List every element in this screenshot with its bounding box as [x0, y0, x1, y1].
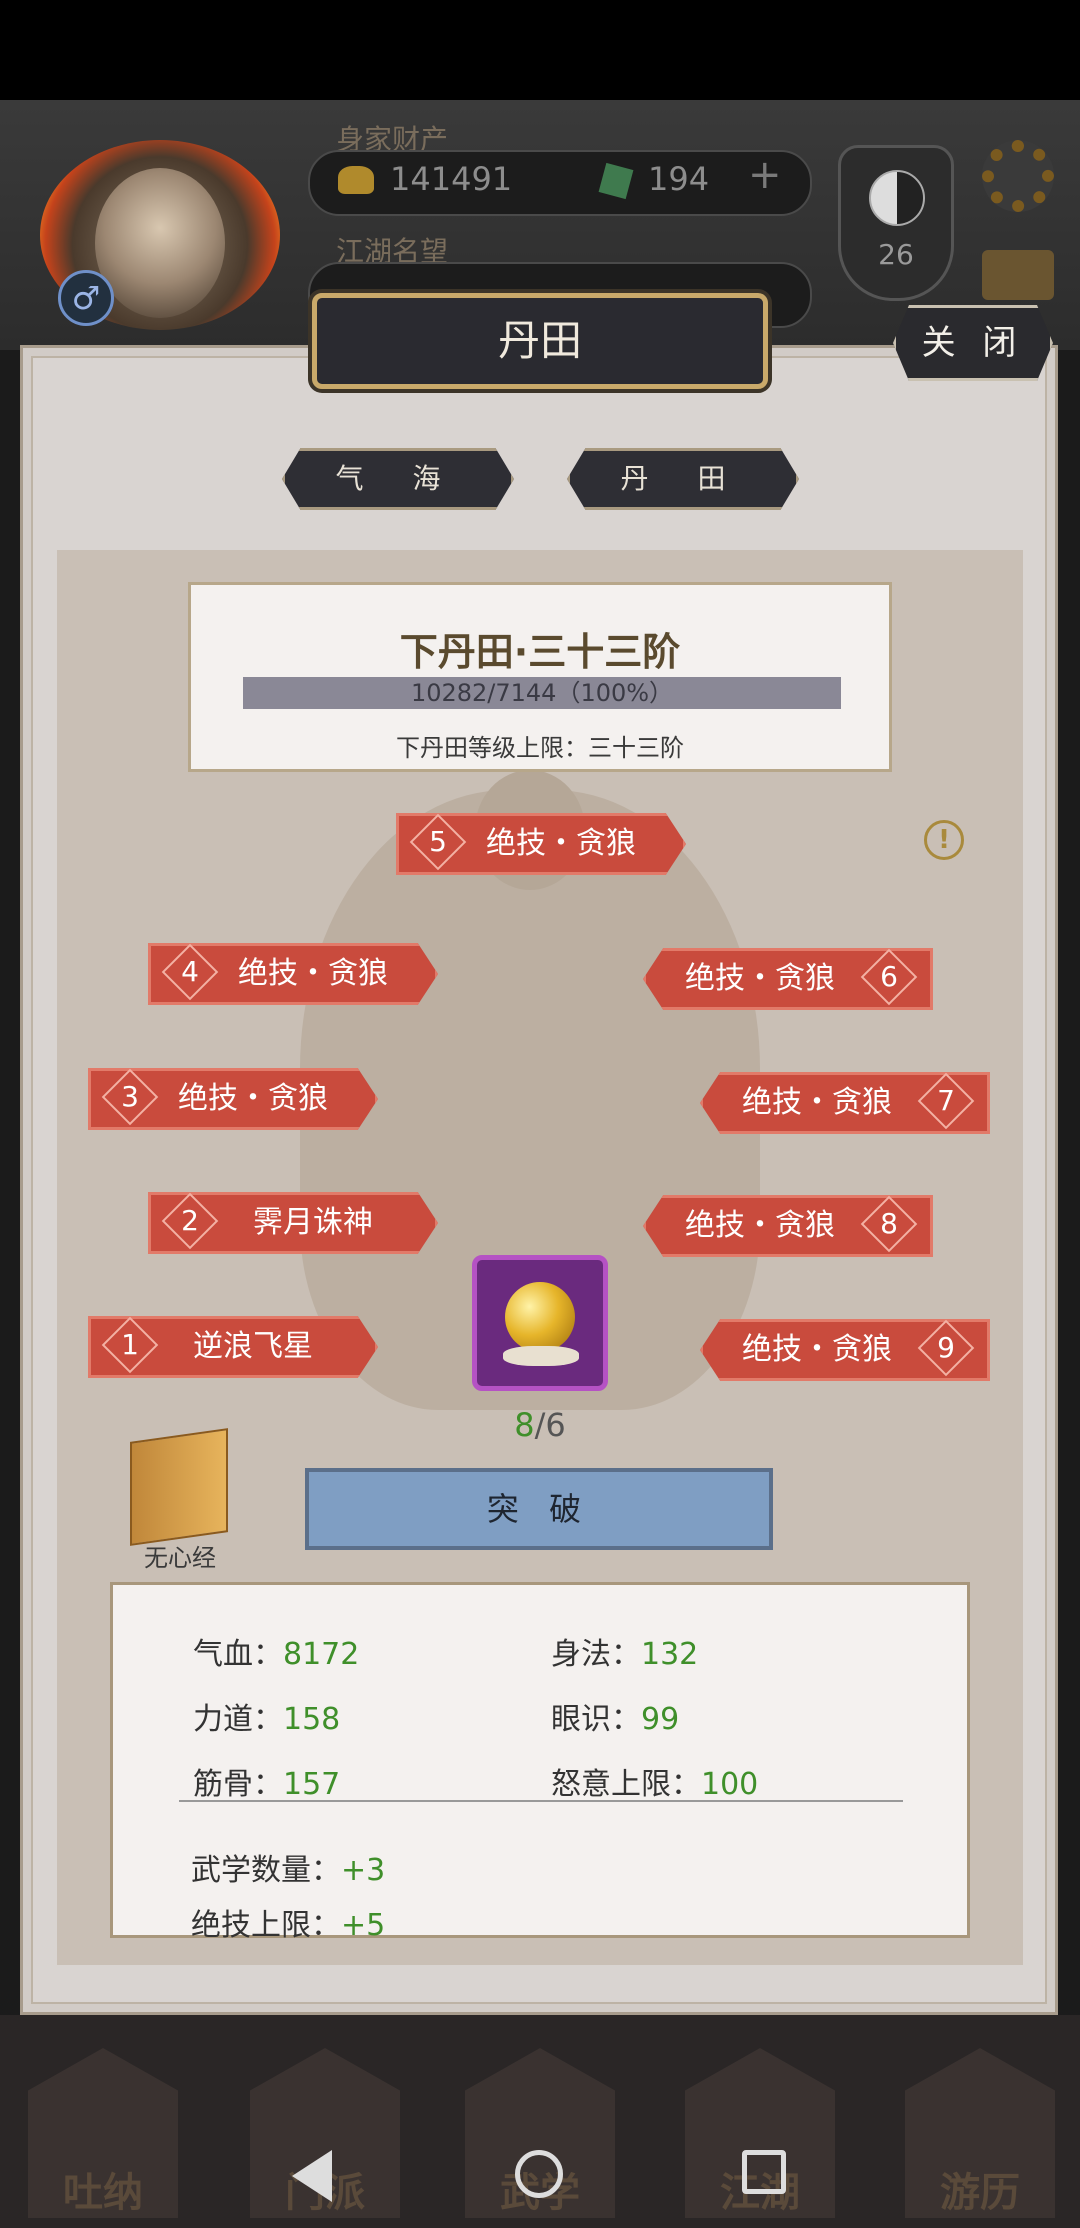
skill-slot-4[interactable]: 4 绝技・贪狼 [148, 943, 438, 1005]
skill-slot-1[interactable]: 1 逆浪飞星 [88, 1316, 378, 1378]
skill-name: 绝技・贪狼 [486, 826, 636, 861]
skill-name: 绝技・贪狼 [685, 1208, 835, 1243]
progress-text: 10282/7144（100%） [410, 679, 674, 707]
skill-name: 逆浪飞星 [193, 1329, 313, 1364]
breakthrough-button[interactable]: 突 破 [305, 1468, 773, 1550]
gear-icon[interactable] [982, 140, 1054, 212]
skill-number-badge: 5 [409, 813, 467, 871]
status-bar [0, 0, 1080, 100]
skill-name: 绝技・贪狼 [238, 956, 388, 991]
level-title: 下丹田·三十三阶 [399, 630, 681, 674]
skill-slot-3[interactable]: 3 绝技・贪狼 [88, 1068, 378, 1130]
taiji-icon [869, 170, 925, 226]
golden-orb-icon [505, 1282, 575, 1352]
dantian-orb-slot[interactable] [472, 1255, 608, 1391]
skill-name: 绝技・贪狼 [742, 1332, 892, 1367]
add-currency-icon[interactable]: + [748, 152, 782, 198]
level-limit: 下丹田等级上限：三十三阶 [396, 734, 684, 762]
skill-number-badge: 2 [161, 1192, 219, 1250]
skill-slot-7[interactable]: 绝技・贪狼 7 [700, 1072, 990, 1134]
close-button[interactable]: 关 闭 [893, 305, 1053, 381]
skill-number-badge: 3 [101, 1068, 159, 1126]
skill-number-badge: 9 [917, 1319, 975, 1377]
book-label: 无心经 [144, 1544, 216, 1572]
system-back-icon[interactable] [292, 2150, 332, 2202]
book-icon[interactable] [130, 1428, 228, 1546]
stat-lidao: 力道：158 [193, 1702, 341, 1737]
system-home-icon[interactable] [515, 2150, 563, 2198]
skill-slot-9[interactable]: 绝技・贪狼 9 [700, 1319, 990, 1381]
skill-slot-5[interactable]: 5 绝技・贪狼 [396, 813, 686, 875]
male-gender-icon: ♂ [58, 270, 114, 326]
stat-jueji-limit: 绝技上限：+5 [191, 1908, 386, 1943]
skill-number-badge: 7 [917, 1072, 975, 1130]
stats-panel: 气血：8172 身法：132 力道：158 眼识：99 筋骨：157 怒意上限：… [110, 1582, 970, 1943]
rank-badge[interactable]: 26 [838, 145, 954, 301]
rank-number: 26 [878, 238, 914, 271]
skill-number-badge: 1 [101, 1316, 159, 1374]
skill-name: 霁月诛神 [253, 1205, 373, 1240]
skill-number-badge: 8 [860, 1195, 918, 1253]
tab-qihai[interactable]: 气 海 [282, 448, 514, 510]
info-icon[interactable]: ! [924, 820, 964, 860]
skill-name: 绝技・贪狼 [685, 961, 835, 996]
stats-divider [179, 1800, 903, 1802]
stat-shenfa: 身法：132 [551, 1637, 699, 1672]
modal-title: 丹田 [497, 316, 582, 365]
skill-number-badge: 6 [860, 948, 918, 1006]
nav-tuna-label: 吐纳 [63, 2170, 143, 2216]
stat-jingu: 筋骨：157 [193, 1767, 341, 1802]
tab-dantian[interactable]: 丹 田 [567, 448, 799, 510]
level-box: 下丹田·三十三阶 10282/7144（100%） 下丹田等级上限：三十三阶 [188, 582, 892, 772]
skill-slot-6[interactable]: 绝技・贪狼 6 [643, 948, 933, 1010]
skill-slot-8[interactable]: 绝技・贪狼 8 [643, 1195, 933, 1257]
stat-nuyi: 怒意上限：100 [551, 1767, 759, 1802]
gold-amount: 141491 [390, 160, 513, 198]
system-recent-apps-icon[interactable] [742, 2150, 786, 2194]
progress-bar: 10282/7144（100%） [243, 677, 841, 709]
nav-youli-label: 游历 [940, 2170, 1020, 2216]
currency-bar [308, 150, 812, 216]
stat-qixue: 气血：8172 [193, 1637, 360, 1672]
orb-count: 8/6 [514, 1406, 566, 1444]
avatar-face [95, 168, 225, 318]
orb-cloud-base [503, 1346, 579, 1366]
skill-name: 绝技・贪狼 [178, 1081, 328, 1116]
stat-wuxue-count: 武学数量：+3 [191, 1853, 386, 1888]
jade-amount: 194 [648, 160, 710, 198]
modal-title-plate: 丹田 [312, 293, 768, 389]
skill-name: 绝技・贪狼 [742, 1085, 892, 1120]
skill-slot-2[interactable]: 2 霁月诛神 [148, 1192, 438, 1254]
skill-number-badge: 4 [161, 943, 219, 1001]
gold-ingot-icon [338, 166, 374, 194]
mail-icon[interactable] [982, 250, 1054, 300]
stat-yanshi: 眼识：99 [551, 1702, 680, 1737]
